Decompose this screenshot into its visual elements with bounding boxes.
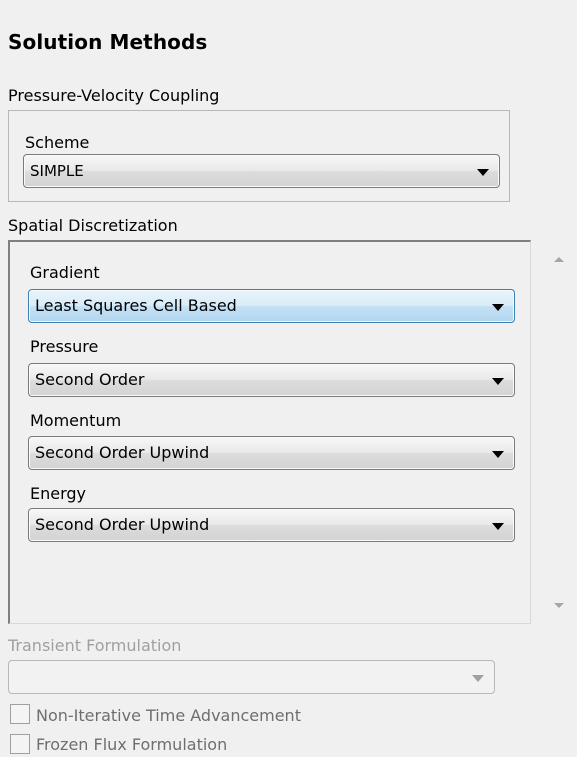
chevron-down-icon [492,378,504,385]
frozen-flux-checkbox[interactable] [10,734,30,754]
page-title: Solution Methods [8,30,208,54]
chevron-down-icon [492,304,504,311]
chevron-down-icon [492,451,504,458]
pressure-label: Pressure [30,337,99,356]
pressure-value: Second Order [35,370,145,389]
pressure-velocity-group-label: Pressure-Velocity Coupling [8,86,220,105]
chevron-down-icon [477,169,489,176]
scroll-down-icon[interactable] [554,603,564,608]
transient-dropdown[interactable] [8,660,495,694]
scheme-dropdown[interactable]: SIMPLE [23,154,500,188]
gradient-label: Gradient [30,263,100,282]
transient-label: Transient Formulation [8,636,182,655]
frozen-flux-label: Frozen Flux Formulation [36,735,228,754]
chevron-down-icon [492,523,504,530]
pressure-dropdown[interactable]: Second Order [28,363,515,397]
energy-label: Energy [30,484,87,503]
chevron-down-icon [472,675,484,682]
non-iterative-label: Non-Iterative Time Advancement [36,706,301,725]
scheme-value: SIMPLE [30,162,84,180]
momentum-label: Momentum [30,411,122,430]
non-iterative-checkbox[interactable] [10,704,30,724]
scroll-up-icon[interactable] [554,257,564,262]
momentum-value: Second Order Upwind [35,443,210,462]
scheme-label: Scheme [25,133,90,152]
pressure-velocity-group: Scheme SIMPLE [8,110,510,202]
spatial-scroll-area[interactable]: Gradient Least Squares Cell Based Pressu… [8,240,531,624]
energy-dropdown[interactable]: Second Order Upwind [28,508,515,542]
gradient-value: Least Squares Cell Based [35,296,237,315]
energy-value: Second Order Upwind [35,515,210,534]
gradient-dropdown[interactable]: Least Squares Cell Based [28,289,515,323]
spatial-group-label: Spatial Discretization [8,216,178,235]
momentum-dropdown[interactable]: Second Order Upwind [28,436,515,470]
